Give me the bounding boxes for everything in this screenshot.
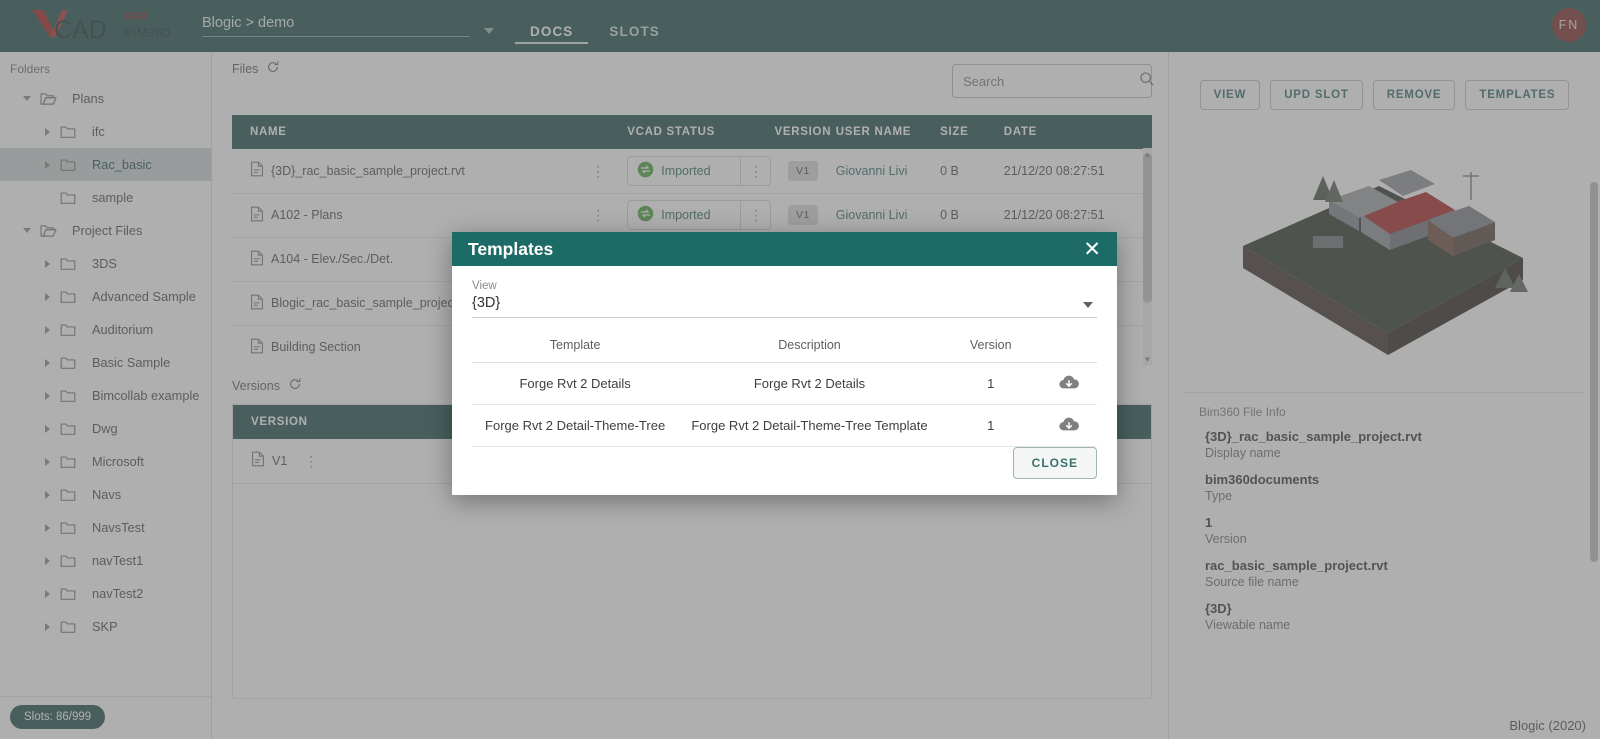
template-description-cell: Forge Rvt 2 Detail-Theme-Tree Template [678, 404, 941, 447]
templates-table: Template Description Version Forge Rvt 2 D… [472, 332, 1097, 447]
template-description-cell: Forge Rvt 2 Details [678, 362, 941, 405]
templates-col-version: Version [940, 332, 1041, 363]
table-row[interactable]: Forge Rvt 2 Detail-Theme-Tree Forge Rvt 2… [472, 404, 1097, 447]
template-template-cell: Forge Rvt 2 Detail-Theme-Tree [472, 404, 679, 447]
download-cell[interactable] [1040, 404, 1097, 447]
template-version-cell: 1 [940, 362, 1041, 405]
modal-body: View {3D} Template Description Version For… [452, 266, 1117, 447]
modal-header: Templates ✕ [452, 232, 1117, 266]
templates-col-download [1040, 332, 1097, 363]
chevron-down-icon[interactable] [1083, 302, 1093, 308]
templates-col-description: Description [678, 332, 941, 363]
close-button[interactable]: CLOSE [1012, 447, 1097, 479]
view-select-value: {3D} [472, 295, 501, 311]
cloud-download-icon[interactable] [1058, 375, 1080, 394]
modal-footer: CLOSE [452, 447, 1117, 495]
template-template-cell: Forge Rvt 2 Details [472, 362, 679, 405]
close-icon[interactable]: ✕ [1083, 239, 1101, 260]
templates-col-template: Template [472, 332, 679, 363]
modal-title: Templates [468, 238, 554, 259]
templates-modal: Templates ✕ View {3D} Template Descriptio… [452, 232, 1117, 495]
templates-table-head: Template Description Version [472, 332, 1097, 363]
cloud-download-icon[interactable] [1058, 417, 1080, 436]
view-select-label: View [472, 280, 497, 292]
download-cell[interactable] [1040, 362, 1097, 405]
view-select[interactable]: View {3D} [472, 280, 1097, 318]
table-row[interactable]: Forge Rvt 2 Details Forge Rvt 2 Details 1 [472, 362, 1097, 405]
templates-header-row: Template Description Version [472, 332, 1097, 363]
template-version-cell: 1 [940, 404, 1041, 447]
templates-table-body: Forge Rvt 2 Details Forge Rvt 2 Details 1 F… [472, 362, 1097, 447]
